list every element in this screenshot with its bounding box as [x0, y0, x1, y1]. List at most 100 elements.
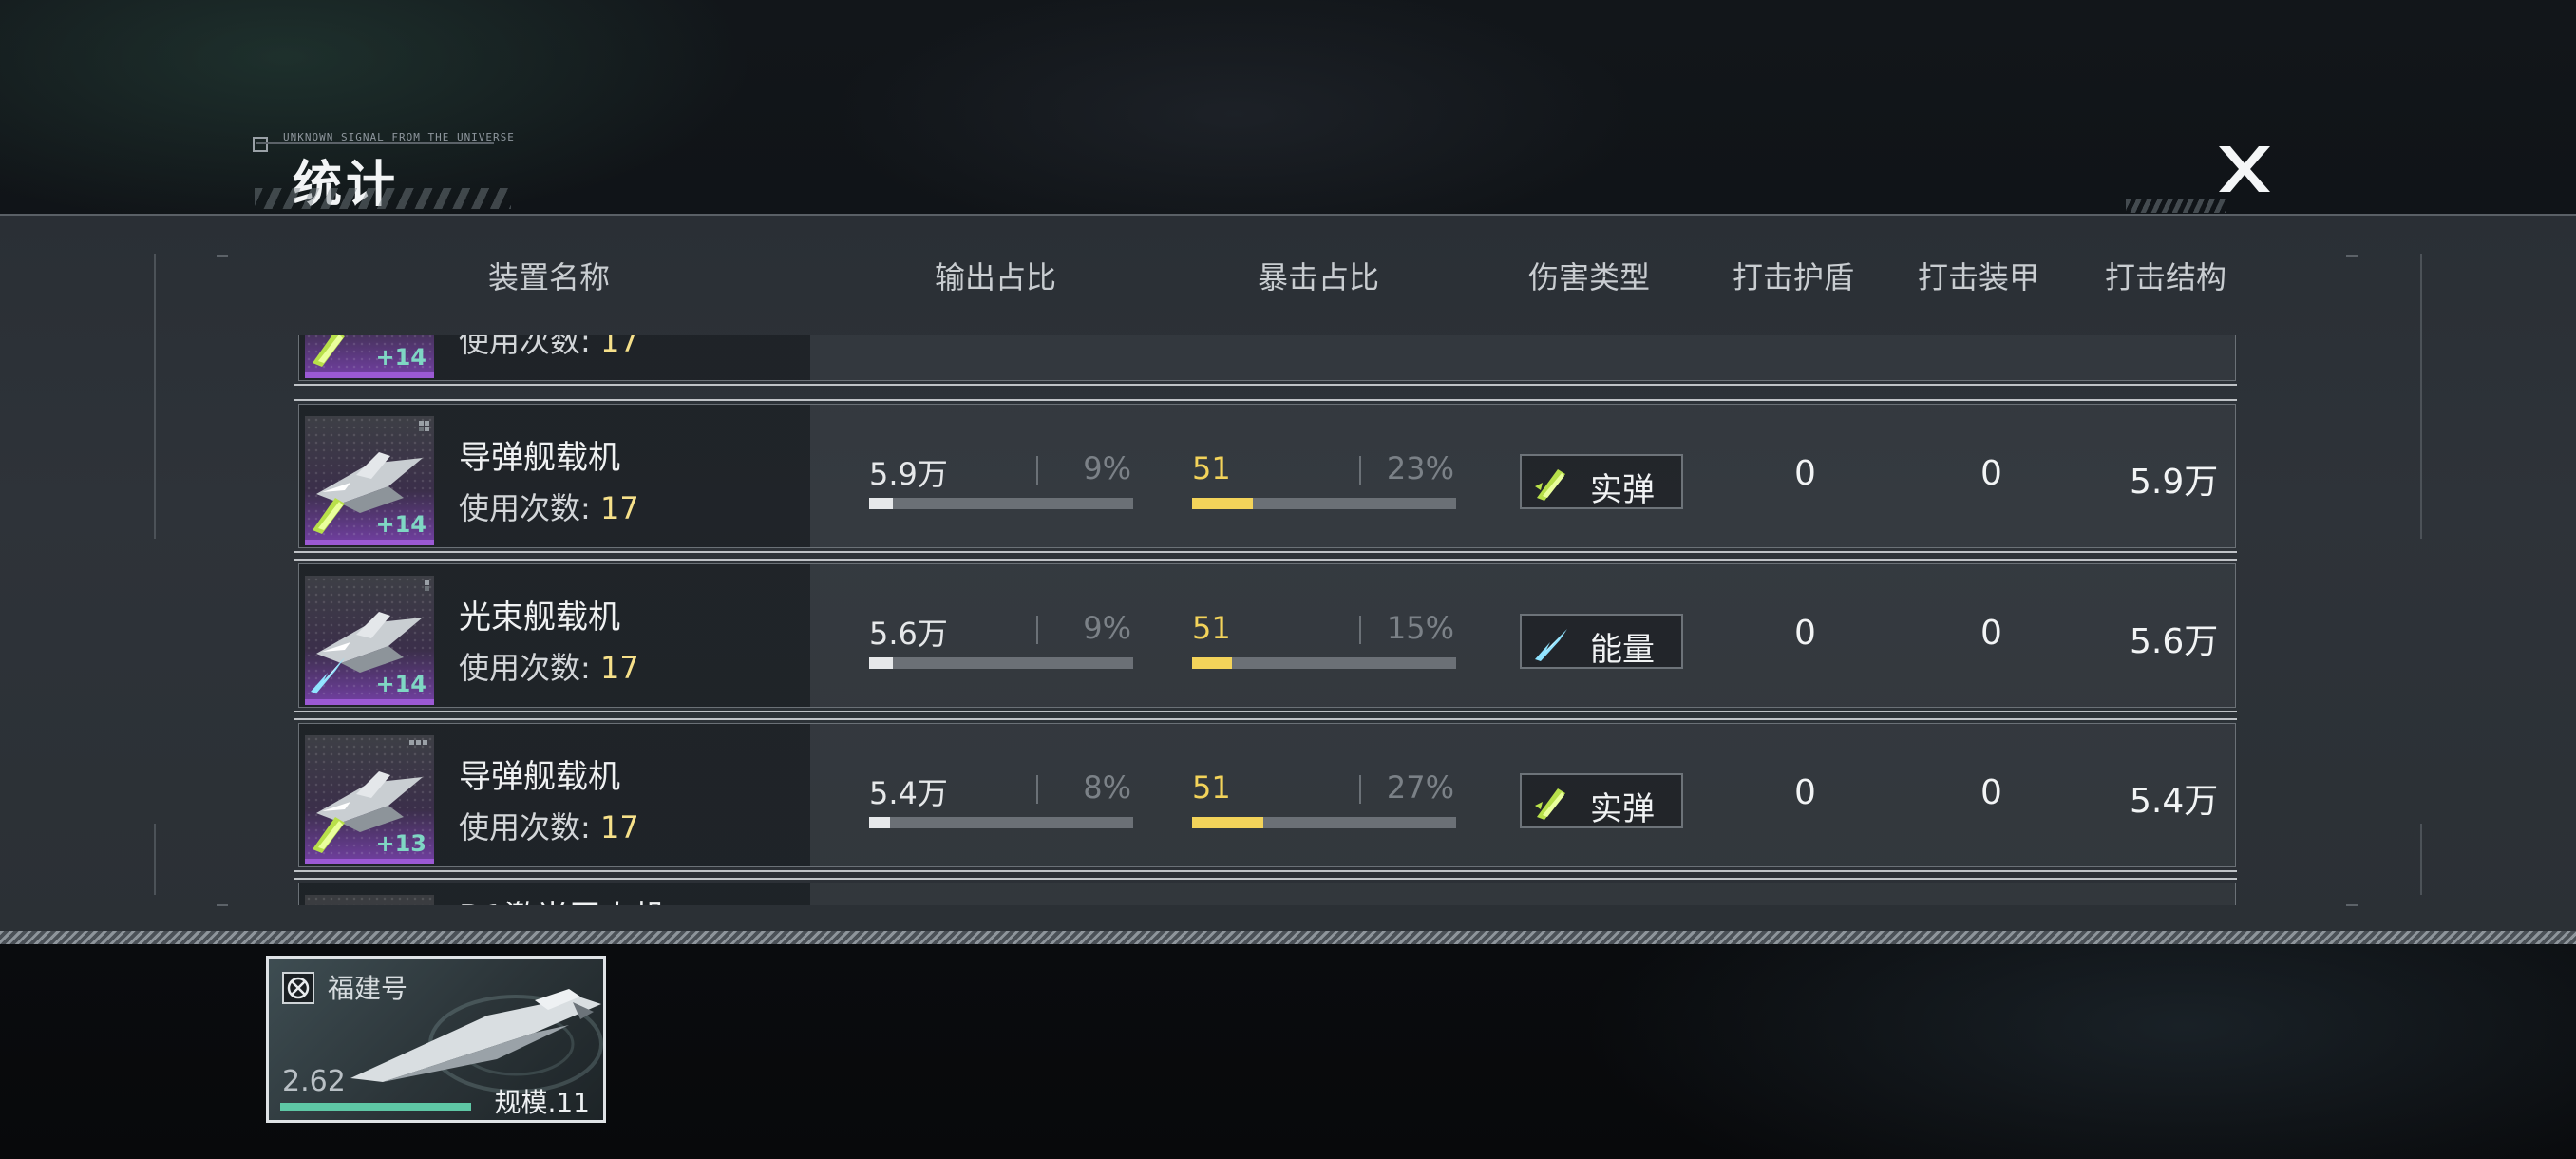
structure-hits: 5.4万: [2130, 782, 2219, 821]
output-percent: 9%: [1083, 610, 1131, 646]
kinetic-icon: [313, 498, 345, 534]
equipment-icon: +14: [305, 576, 434, 705]
use-count: 使用次数: 17: [459, 650, 639, 686]
crit-bar-fill: [1192, 498, 1253, 509]
crosshair-icon: [253, 137, 268, 152]
row-divider: [294, 711, 2237, 712]
output-percent: 9%: [1083, 450, 1131, 486]
column-header-crit[interactable]: 暴击占比: [1258, 254, 1379, 297]
equipment-name: D1激光无人机: [459, 891, 666, 905]
equipment-name: 导弹舰载机: [459, 439, 620, 477]
output-bar: [869, 498, 1133, 509]
output-bar: [869, 657, 1133, 669]
panel-tick: [217, 904, 228, 906]
close-button[interactable]: [2211, 141, 2278, 198]
panel-tick: [2346, 904, 2358, 906]
row-divider: [294, 878, 2237, 880]
damage-type-label: 实弹: [1590, 790, 1655, 828]
panel-bracket: [2420, 824, 2422, 895]
equipment-icon: +14: [305, 416, 434, 545]
output-value: 5.4万: [869, 775, 948, 811]
table-row[interactable]: +14 导弹舰载机 使用次数: 17 5.9万 9% 51 23% 实弹 0 0…: [294, 399, 2237, 553]
row-divider: [294, 551, 2237, 553]
row-divider: [294, 870, 2237, 872]
output-bar: [869, 817, 1133, 828]
output-share: 5.6万 9%: [869, 610, 1135, 669]
stats-list[interactable]: +14 使用次数: 17 +14 导弹舰载机 使用次数: 17 5.9万 9% …: [294, 335, 2237, 905]
column-header-output[interactable]: 输出占比: [935, 254, 1056, 297]
close-x-icon: [2219, 146, 2270, 192]
damage-type-badge: 实弹: [1520, 454, 1683, 509]
row-divider: [294, 718, 2237, 720]
level-badge: +14: [375, 344, 426, 370]
use-count: 使用次数: 17: [459, 490, 639, 526]
table-row[interactable]: +13 导弹舰载机 使用次数: 17 5.4万 8% 51 27% 实弹 0 0…: [294, 718, 2237, 872]
damage-type-label: 实弹: [1590, 471, 1655, 509]
equipment-icon: +14: [305, 335, 434, 378]
ship-card[interactable]: 福建号 2.62 规模.11: [266, 956, 606, 1123]
crit-bar: [1192, 657, 1456, 669]
column-header-name[interactable]: 装置名称: [488, 254, 610, 297]
crit-value: 51: [1192, 770, 1231, 806]
ship-scale: 规模.11: [494, 1087, 590, 1118]
crit-bar: [1192, 498, 1456, 509]
ship-power: 2.62: [282, 1065, 346, 1098]
row-divider: [294, 559, 2237, 560]
armor-hits: 0: [1980, 454, 2002, 493]
column-header-shield[interactable]: 打击护盾: [1733, 254, 1854, 297]
output-bar-fill: [869, 817, 891, 828]
shield-hits: 0: [1794, 614, 1816, 653]
use-count: 使用次数: 17: [459, 335, 639, 359]
output-value: 5.9万: [869, 456, 948, 492]
kinetic-icon: [313, 335, 345, 367]
level-badge: +13: [375, 830, 426, 857]
panel-bracket: [154, 824, 156, 895]
column-header-armor[interactable]: 打击装甲: [1918, 254, 2039, 297]
slot-icon: [425, 580, 429, 591]
table-row[interactable]: +14 光束舰载机 使用次数: 17 5.6万 9% 51 15% 能量 0 0…: [294, 559, 2237, 712]
slot-icon: [419, 421, 429, 431]
slot-icon: [409, 740, 427, 745]
level-badge: +14: [375, 671, 426, 697]
column-header-structure[interactable]: 打击结构: [2105, 254, 2226, 297]
level-badge: +14: [375, 511, 426, 538]
row-divider: [294, 399, 2237, 401]
crit-share: 51 15%: [1192, 610, 1458, 669]
crit-percent: 27%: [1386, 770, 1454, 806]
damage-type-label: 能量: [1590, 631, 1655, 669]
stats-panel: 装置名称 输出占比 暴击占比 伤害类型 打击护盾 打击装甲 打击结构 +14 使…: [0, 214, 2576, 934]
kinetic-icon: [313, 817, 345, 853]
energy-icon: [1535, 629, 1567, 661]
crit-value: 51: [1192, 450, 1231, 486]
hazard-stripe-divider: [0, 931, 2576, 944]
output-bar-fill: [869, 498, 894, 509]
shield-hits: 0: [1794, 454, 1816, 493]
shield-hits: 0: [1794, 773, 1816, 812]
equipment-name: 光束舰载机: [459, 598, 620, 636]
close-stripes: [2126, 200, 2226, 213]
use-count: 使用次数: 17: [459, 809, 639, 846]
header-tagline: UNKNOWN SIGNAL FROM THE UNIVERSE: [283, 131, 515, 143]
header-stripes: [255, 188, 511, 209]
equipment-icon: +13: [305, 735, 434, 864]
energy-icon: [311, 657, 345, 694]
table-header: 装置名称 输出占比 暴击占比 伤害类型 打击护盾 打击装甲 打击结构: [0, 254, 2576, 301]
target-icon: [282, 972, 314, 1004]
output-bar-fill: [869, 657, 894, 669]
crit-share: 51 27%: [1192, 770, 1458, 828]
crit-bar-fill: [1192, 657, 1232, 669]
crit-value: 51: [1192, 610, 1231, 646]
crit-percent: 15%: [1386, 610, 1454, 646]
list-item[interactable]: D1激光无人机: [294, 878, 2237, 905]
kinetic-icon: [1535, 469, 1565, 501]
structure-hits: 5.6万: [2130, 622, 2219, 661]
equipment-name: 导弹舰载机: [459, 758, 620, 796]
list-item[interactable]: +14 使用次数: 17: [294, 335, 2237, 386]
crit-bar: [1192, 817, 1456, 828]
output-share: 5.4万 8%: [869, 770, 1135, 828]
output-percent: 8%: [1083, 770, 1131, 806]
damage-type-badge: 实弹: [1520, 773, 1683, 828]
output-share: 5.9万 9%: [869, 450, 1135, 509]
column-header-damage-type[interactable]: 伤害类型: [1528, 254, 1650, 297]
row-divider: [294, 384, 2237, 386]
